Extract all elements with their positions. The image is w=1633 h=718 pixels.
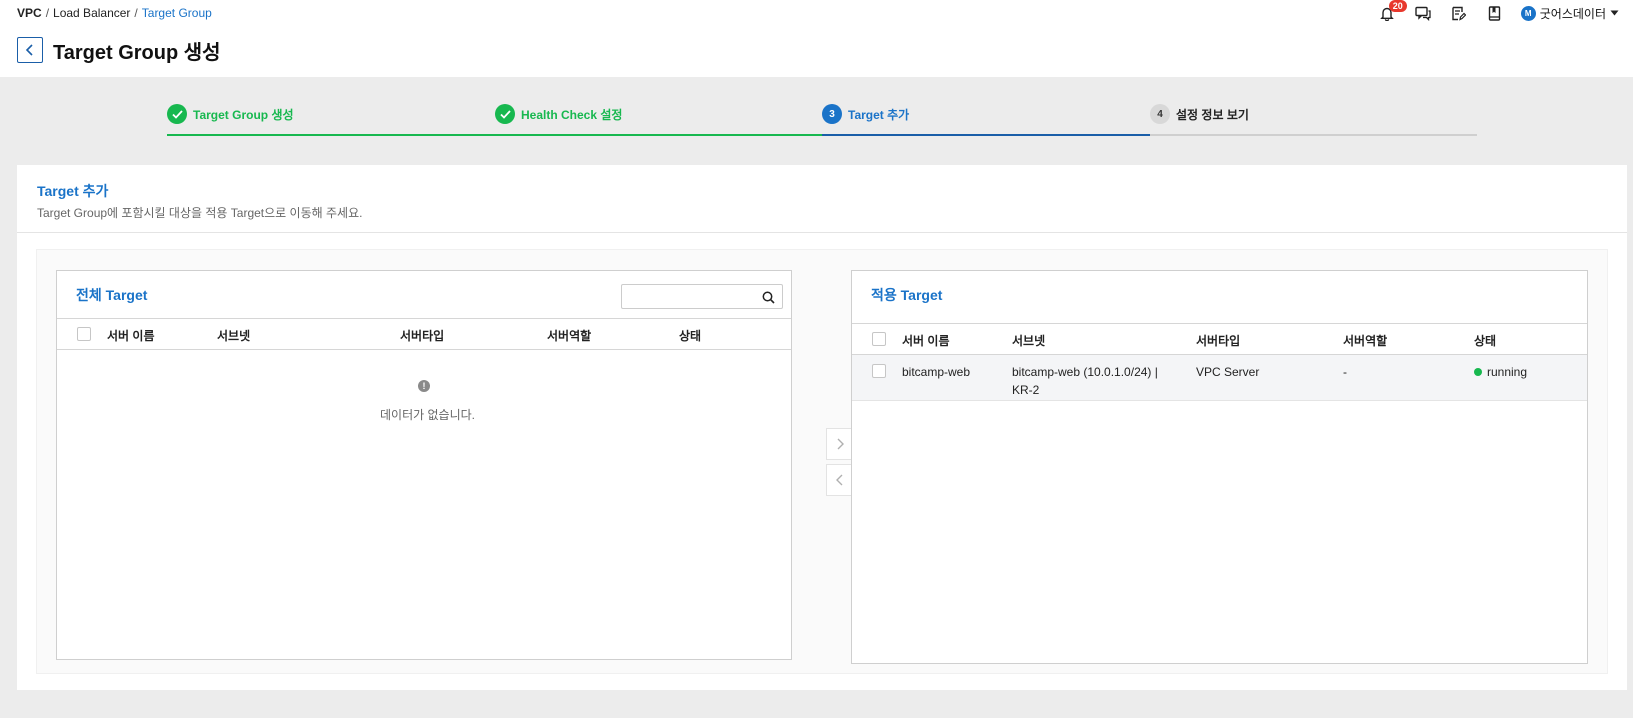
breadcrumb-item-vpc[interactable]: VPC bbox=[17, 6, 42, 20]
guide-button[interactable] bbox=[1477, 4, 1513, 22]
select-all-checkbox[interactable] bbox=[77, 327, 91, 341]
breadcrumb-item-target-group: Target Group bbox=[141, 6, 212, 20]
target-search bbox=[621, 284, 783, 309]
search-input[interactable] bbox=[622, 285, 752, 308]
all-targets-title: 전체 Target bbox=[76, 287, 148, 303]
table-row[interactable]: bitcamp-web bitcamp-web (10.0.1.0/24) | … bbox=[852, 355, 1587, 401]
step-label: Health Check 설정 bbox=[521, 107, 623, 122]
status-text: running bbox=[1487, 365, 1528, 379]
applied-targets-title: 적용 Target bbox=[871, 287, 943, 303]
notification-button[interactable]: 20 bbox=[1369, 0, 1407, 22]
breadcrumb-separator: / bbox=[134, 6, 138, 20]
section-description: Target Group에 포함시킬 대상을 적용 Target으로 이동해 주… bbox=[37, 206, 363, 220]
step-label: Target 추가 bbox=[848, 107, 910, 122]
wizard-stepper: Target Group 생성 Health Check 설정 3 Target… bbox=[167, 104, 1477, 136]
step-target-add: 3 Target 추가 bbox=[822, 104, 1150, 136]
step-progress-line bbox=[495, 134, 822, 136]
all-targets-panel: 전체 Target 서버 이름 서브넷 서버타입 서버역할 상태 ! 데이터가 … bbox=[56, 270, 792, 660]
column-header[interactable]: 상태 bbox=[679, 327, 701, 344]
check-icon bbox=[495, 104, 515, 124]
table-header: 서버 이름 서브넷 서버타입 서버역할 상태 bbox=[57, 318, 791, 350]
move-to-applied-button[interactable] bbox=[826, 428, 854, 460]
search-icon[interactable] bbox=[760, 289, 776, 305]
divider bbox=[17, 232, 1627, 233]
row-checkbox[interactable] bbox=[872, 364, 886, 378]
step-progress-line bbox=[1150, 134, 1477, 136]
breadcrumb-separator: / bbox=[45, 6, 50, 20]
back-button[interactable] bbox=[17, 37, 43, 63]
column-header[interactable]: 서버 이름 bbox=[107, 327, 155, 344]
chat-button[interactable] bbox=[1405, 4, 1441, 22]
chat-icon bbox=[1415, 6, 1431, 21]
column-header[interactable]: 서버타입 bbox=[1196, 332, 1240, 349]
edit-document-icon bbox=[1452, 6, 1467, 21]
avatar: M bbox=[1520, 5, 1536, 21]
info-icon: ! bbox=[418, 380, 430, 392]
server-role: - bbox=[1343, 365, 1347, 379]
book-icon bbox=[1489, 5, 1501, 21]
target-transfer: 전체 Target 서버 이름 서브넷 서버타입 서버역할 상태 ! 데이터가 … bbox=[36, 249, 1608, 674]
column-header[interactable]: 서버타입 bbox=[400, 327, 444, 344]
server-type: VPC Server bbox=[1196, 365, 1260, 379]
step-label: 설정 정보 보기 bbox=[1176, 107, 1249, 122]
top-header: VPC / Load Balancer / Target Group Targe… bbox=[0, 0, 1633, 77]
step-progress-line bbox=[822, 134, 1150, 136]
chevron-left-icon bbox=[836, 474, 843, 486]
user-name: 굿어스데이터 bbox=[1539, 6, 1606, 21]
empty-state-text: 데이터가 없습니다. bbox=[380, 408, 475, 422]
chevron-left-icon bbox=[25, 44, 33, 56]
check-icon bbox=[167, 104, 187, 124]
step-label: Target Group 생성 bbox=[193, 107, 294, 122]
target-add-card: Target 추가 Target Group에 포함시킬 대상을 적용 Targ… bbox=[17, 165, 1627, 690]
step-number: 4 bbox=[1150, 104, 1170, 124]
step-number: 3 bbox=[822, 104, 842, 124]
section-title: Target 추가 bbox=[37, 183, 109, 199]
step-progress-line bbox=[167, 134, 495, 136]
select-all-checkbox[interactable] bbox=[872, 332, 886, 346]
server-name: bitcamp-web bbox=[902, 365, 971, 379]
step-target-group: Target Group 생성 bbox=[167, 104, 495, 136]
chevron-right-icon bbox=[837, 438, 844, 450]
memo-button[interactable] bbox=[1441, 4, 1477, 22]
caret-down-icon bbox=[1610, 10, 1619, 16]
status-cell: running bbox=[1474, 363, 1527, 381]
subnet-line: bitcamp-web (10.0.1.0/24) | bbox=[1012, 365, 1158, 379]
breadcrumb-item-load-balancer[interactable]: Load Balancer bbox=[53, 6, 130, 20]
user-menu[interactable]: M 굿어스데이터 bbox=[1520, 5, 1619, 22]
header-toolbar: 20 M 굿어스데이터 bbox=[1369, 0, 1619, 22]
column-header[interactable]: 서버역할 bbox=[1343, 332, 1387, 349]
move-to-all-button[interactable] bbox=[826, 464, 854, 496]
step-review: 4 설정 정보 보기 bbox=[1150, 104, 1477, 136]
applied-targets-panel: 적용 Target 서버 이름 서브넷 서버타입 서버역할 상태 bitcamp… bbox=[851, 270, 1588, 664]
column-header[interactable]: 서버 이름 bbox=[902, 332, 950, 349]
page-title: Target Group 생성 bbox=[53, 42, 221, 64]
column-header[interactable]: 서브넷 bbox=[1012, 332, 1045, 349]
breadcrumb: VPC / Load Balancer / Target Group bbox=[17, 6, 212, 20]
subnet: bitcamp-web (10.0.1.0/24) | KR-2 bbox=[1012, 363, 1158, 399]
subnet-zone: KR-2 bbox=[1012, 383, 1040, 397]
column-header[interactable]: 서브넷 bbox=[217, 327, 250, 344]
status-dot-icon bbox=[1474, 368, 1482, 376]
table-header: 서버 이름 서브넷 서버타입 서버역할 상태 bbox=[852, 323, 1587, 355]
column-header[interactable]: 서버역할 bbox=[547, 327, 591, 344]
step-health-check: Health Check 설정 bbox=[495, 104, 822, 136]
column-header[interactable]: 상태 bbox=[1474, 332, 1496, 349]
